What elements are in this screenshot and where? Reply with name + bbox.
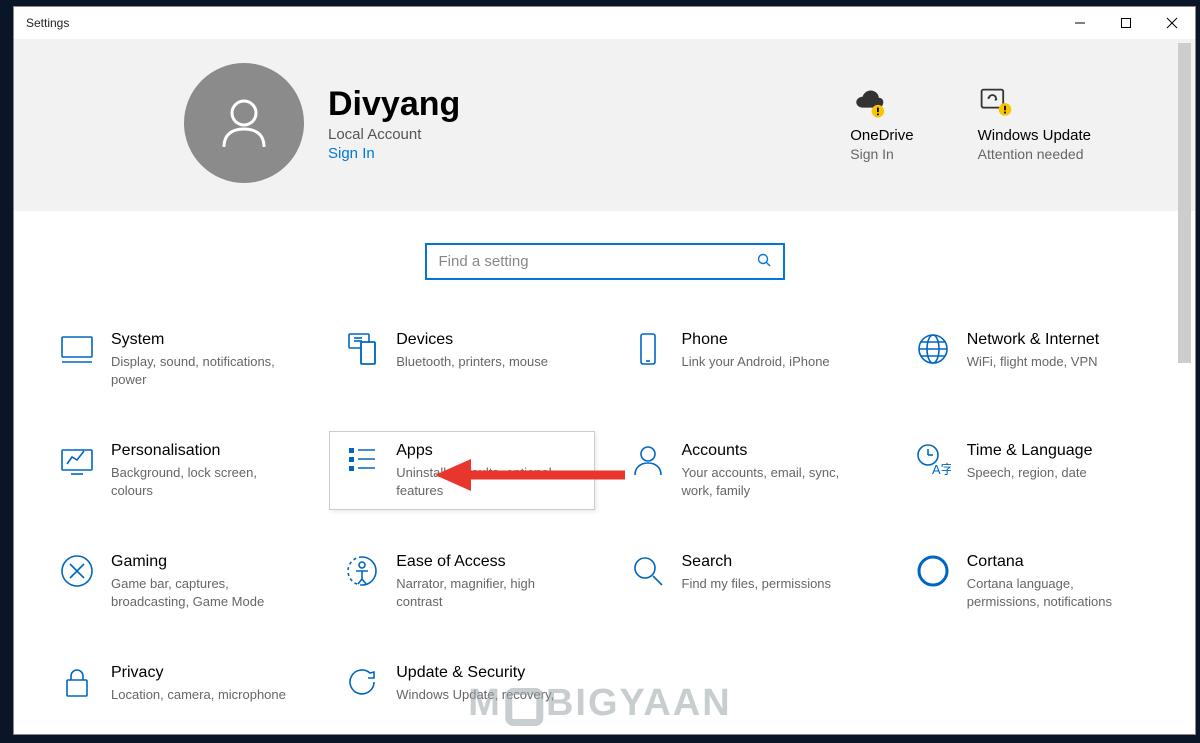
category-title: System [111,331,291,349]
category-sub: Background, lock screen, colours [111,464,291,499]
search-icon [757,253,771,270]
category-sub: Find my files, permissions [682,575,832,593]
windows-update-tile[interactable]: Windows Update Attention needed [978,85,1091,162]
category-sub: Display, sound, notifications, power [111,353,291,388]
category-sub: Uninstall, defaults, optional features [396,464,576,499]
onedrive-sub: Sign In [850,146,913,162]
onedrive-icon [850,85,913,123]
category-network[interactable]: Network & Internet WiFi, flight mode, VPN [900,320,1165,399]
titlebar: Settings [14,7,1195,39]
category-title: Cortana [967,553,1147,571]
update-icon [344,664,380,700]
category-title: Network & Internet [967,331,1100,349]
devices-icon [344,331,380,367]
account-header: Divyang Local Account Sign In OneDrive S… [14,39,1195,211]
category-sub: Cortana language, permissions, notificat… [967,575,1147,610]
category-system[interactable]: System Display, sound, notifications, pow… [44,320,309,399]
svg-text:A字: A字 [932,462,951,477]
gaming-icon [59,553,95,589]
category-privacy[interactable]: Privacy Location, camera, microphone [44,653,309,715]
category-sub: Speech, region, date [967,464,1093,482]
category-accounts[interactable]: Accounts Your accounts, email, sync, work… [615,431,880,510]
globe-icon [915,331,951,367]
apps-icon [344,442,380,478]
windows-update-sub: Attention needed [978,146,1091,162]
category-title: Update & Security [396,664,554,682]
category-sub: Bluetooth, printers, mouse [396,353,548,371]
time-language-icon: A字 [915,442,951,478]
category-title: Phone [682,331,830,349]
category-personalisation[interactable]: Personalisation Background, lock screen, … [44,431,309,510]
search-row [14,211,1195,320]
lock-icon [59,664,95,700]
category-time-language[interactable]: A字 Time & Language Speech, region, date [900,431,1165,510]
search-input[interactable] [439,253,757,270]
account-type: Local Account [328,126,460,143]
category-apps[interactable]: Apps Uninstall, defaults, optional featur… [329,431,594,510]
system-icon [59,331,95,367]
category-title: Gaming [111,553,291,571]
category-title: Ease of Access [396,553,576,571]
category-sub: Game bar, captures, broadcasting, Game M… [111,575,291,610]
vertical-scrollbar[interactable] [1178,43,1191,363]
category-phone[interactable]: Phone Link your Android, iPhone [615,320,880,399]
cortana-icon [915,553,951,589]
category-sub: Location, camera, microphone [111,686,286,704]
settings-window: Settings Divyang Local Account Sign In [13,6,1196,735]
window-title: Settings [26,16,69,30]
windows-update-title: Windows Update [978,127,1091,144]
user-info: Divyang Local Account Sign In [328,85,460,162]
close-button[interactable] [1149,7,1195,39]
personalisation-icon [59,442,95,478]
user-icon [212,91,276,155]
accounts-icon [630,442,666,478]
category-search[interactable]: Search Find my files, permissions [615,542,880,621]
header-tiles: OneDrive Sign In Windows Update Attentio… [850,85,1131,162]
category-title: Accounts [682,442,862,460]
signin-link[interactable]: Sign In [328,145,460,162]
search-box[interactable] [425,243,785,280]
category-sub: Your accounts, email, sync, work, family [682,464,862,499]
category-title: Search [682,553,832,571]
category-title: Personalisation [111,442,291,460]
maximize-button[interactable] [1103,7,1149,39]
phone-icon [630,331,666,367]
categories-grid: System Display, sound, notifications, pow… [14,320,1195,725]
ease-of-access-icon [344,553,380,589]
category-sub: Link your Android, iPhone [682,353,830,371]
category-title: Privacy [111,664,286,682]
onedrive-tile[interactable]: OneDrive Sign In [850,85,913,162]
category-cortana[interactable]: Cortana Cortana language, permissions, no… [900,542,1165,621]
category-title: Time & Language [967,442,1093,460]
category-update-security[interactable]: Update & Security Windows Update, recover… [329,653,594,715]
category-sub: WiFi, flight mode, VPN [967,353,1100,371]
search-category-icon [630,553,666,589]
category-sub: Narrator, magnifier, high contrast [396,575,576,610]
category-sub: Windows Update, recovery, [396,686,554,704]
category-title: Devices [396,331,548,349]
category-devices[interactable]: Devices Bluetooth, printers, mouse [329,320,594,399]
category-title: Apps [396,442,576,460]
user-name: Divyang [328,85,460,124]
minimize-button[interactable] [1057,7,1103,39]
windows-update-icon [978,85,1091,123]
category-gaming[interactable]: Gaming Game bar, captures, broadcasting, … [44,542,309,621]
category-ease-of-access[interactable]: Ease of Access Narrator, magnifier, high … [329,542,594,621]
avatar[interactable] [184,63,304,183]
window-controls [1057,7,1195,39]
onedrive-title: OneDrive [850,127,913,144]
